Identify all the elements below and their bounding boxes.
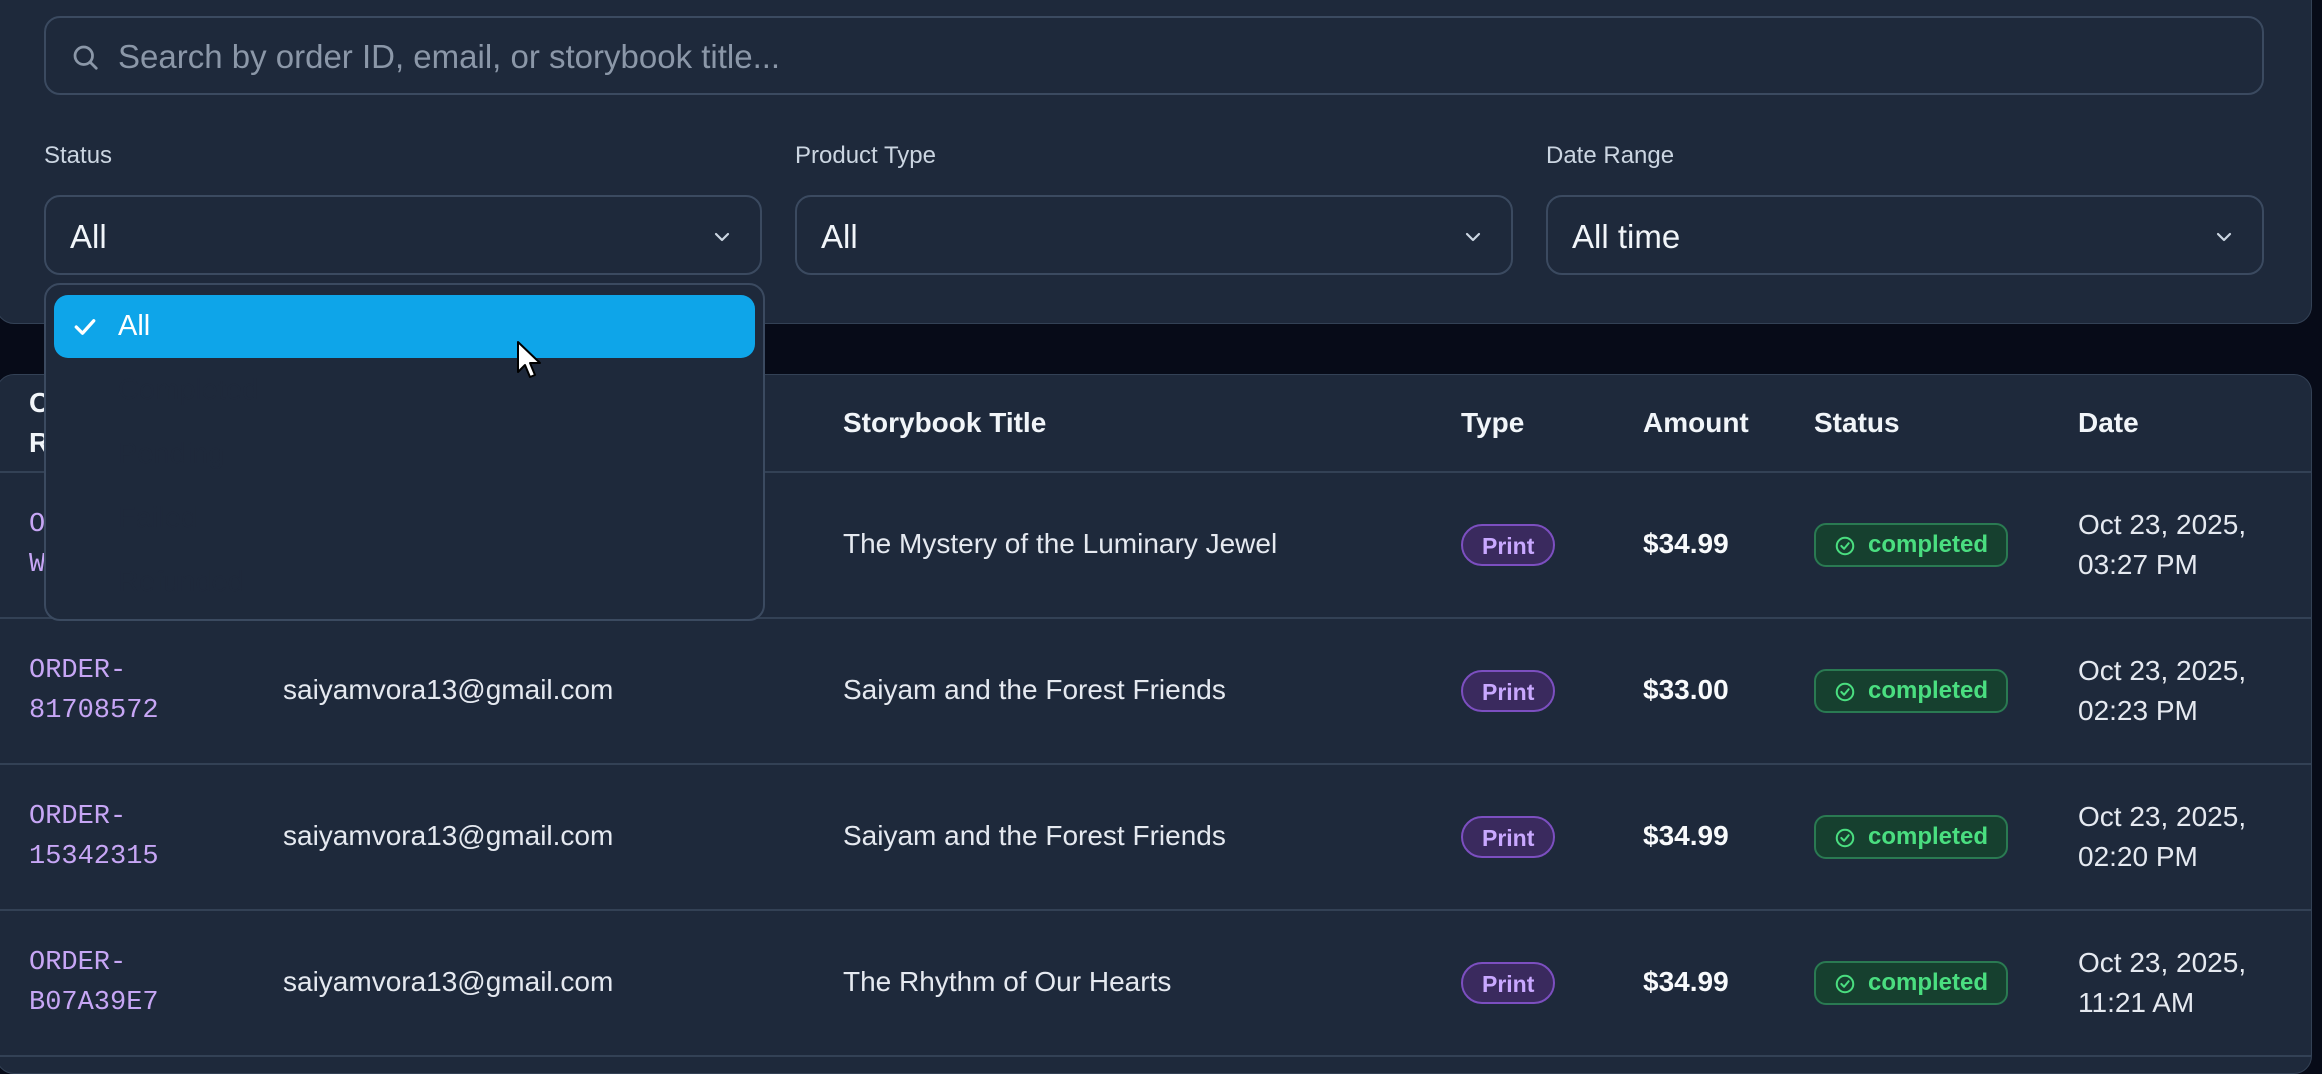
header-date: Date [2078, 407, 2139, 438]
mouse-cursor-icon [517, 341, 541, 378]
status-dropdown-menu: All Completed Pending Failed Refunded [44, 283, 765, 621]
type-badge: Print [1461, 670, 1556, 712]
status-filter-label: Status [44, 142, 113, 169]
status-badge-label: completed [1868, 823, 1989, 850]
order-id: ORDER-15342315 [29, 802, 159, 872]
status-badge-label: completed [1868, 969, 1989, 996]
status-badge: completed [1814, 815, 2009, 859]
customer-email: saiyamvora13@gmail.com [283, 674, 614, 705]
status-option-label: Completed [118, 374, 259, 406]
check-circle-icon [1835, 682, 1855, 702]
header-type: Type [1461, 407, 1525, 438]
status-option-label: Pending [118, 438, 225, 470]
order-id: ORDER-B07A39E7 [29, 948, 159, 1018]
order-date: Oct 23, 2025, 02:23 PM [2078, 655, 2247, 726]
storybook-title: The Rhythm of Our Hearts [843, 966, 1172, 997]
date-range-select-value: All time [1572, 218, 1681, 255]
status-option-completed[interactable]: Completed [54, 359, 755, 422]
order-date: Oct 23, 2025, 11:21 AM [2078, 947, 2247, 1018]
status-option-pending[interactable]: Pending [54, 423, 755, 486]
status-option-failed[interactable]: Failed [54, 487, 755, 550]
check-circle-icon [1835, 974, 1855, 994]
storybook-title: The Mystery of the Luminary Jewel [843, 528, 1278, 559]
order-amount: $34.99 [1643, 966, 1729, 997]
order-date: Oct 23, 2025, 02:20 PM [2078, 801, 2247, 872]
product-type-select[interactable]: All [795, 195, 1513, 275]
date-range-filter-label: Date Range [1546, 142, 1675, 169]
customer-email: saiyamvora13@gmail.com [283, 966, 614, 997]
customer-email: saiyamvora13@gmail.com [283, 820, 614, 851]
status-badge: completed [1814, 523, 2009, 567]
search-input[interactable] [116, 18, 2220, 95]
status-badge-label: completed [1868, 531, 1989, 558]
status-option-refunded[interactable]: Refunded [54, 551, 755, 614]
storybook-title: Saiyam and the Forest Friends [843, 674, 1226, 705]
status-option-all[interactable]: All [54, 295, 755, 358]
product-type-filter-label: Product Type [795, 142, 936, 169]
search-box[interactable] [44, 16, 2264, 95]
status-option-label: Failed [118, 502, 197, 534]
order-date: Oct 23, 2025, 03:27 PM [2078, 509, 2247, 580]
chevron-down-icon [2216, 232, 2232, 242]
search-icon [73, 45, 98, 70]
chevron-down-icon [714, 232, 730, 242]
status-badge-label: completed [1868, 677, 1989, 704]
table-row[interactable]: ORDER-15342315 saiyamvora13@gmail.com Sa… [0, 764, 2311, 911]
type-badge: Print [1461, 962, 1556, 1004]
status-select-value: All [70, 218, 107, 255]
order-id: ORDER-81708572 [29, 656, 159, 726]
check-circle-icon [1835, 536, 1855, 556]
order-amount: $33.00 [1643, 674, 1729, 705]
order-amount: $34.99 [1643, 820, 1729, 851]
status-badge: completed [1814, 961, 2009, 1005]
table-row[interactable]: ORDER-B07A39E7 saiyamvora13@gmail.com Th… [0, 910, 2311, 1057]
header-amount: Amount [1643, 407, 1749, 438]
table-row[interactable]: ORDER-81708572 saiyamvora13@gmail.com Sa… [0, 618, 2311, 765]
check-circle-icon [1835, 828, 1855, 848]
type-badge: Print [1461, 524, 1556, 566]
product-type-select-value: All [821, 218, 858, 255]
status-select[interactable]: All [44, 195, 762, 275]
status-option-label: All [118, 310, 151, 342]
status-badge: completed [1814, 669, 2009, 713]
order-amount: $34.99 [1643, 528, 1729, 559]
chevron-down-icon [1465, 232, 1481, 242]
storybook-title: Saiyam and the Forest Friends [843, 820, 1226, 851]
header-status: Status [1814, 407, 1900, 438]
date-range-select[interactable]: All time [1546, 195, 2264, 275]
check-icon [74, 319, 96, 335]
status-option-label: Refunded [118, 566, 244, 598]
header-title: Storybook Title [843, 407, 1047, 438]
type-badge: Print [1461, 816, 1556, 858]
